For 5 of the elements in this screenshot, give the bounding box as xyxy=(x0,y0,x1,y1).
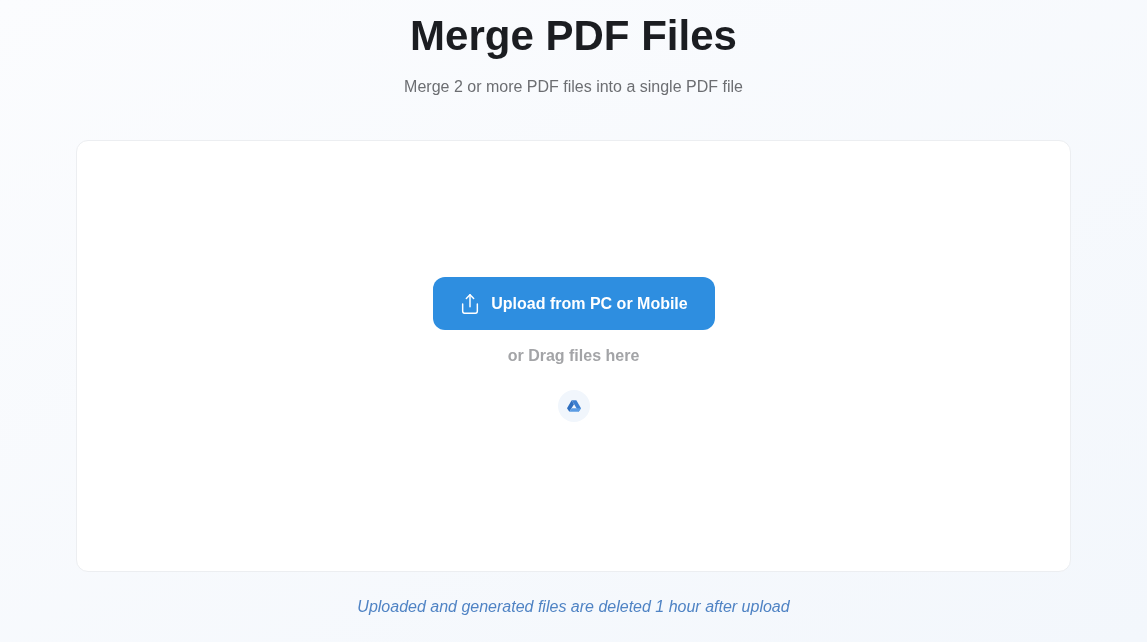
retention-note: Uploaded and generated files are deleted 1 hour after upload xyxy=(357,597,790,617)
page-title: Merge PDF Files xyxy=(410,12,737,60)
upload-button[interactable]: Upload from PC or Mobile xyxy=(432,277,715,330)
drag-hint: or Drag files here xyxy=(507,346,640,366)
page-subtitle: Merge 2 or more PDF files into a single PDF file xyxy=(404,77,743,97)
